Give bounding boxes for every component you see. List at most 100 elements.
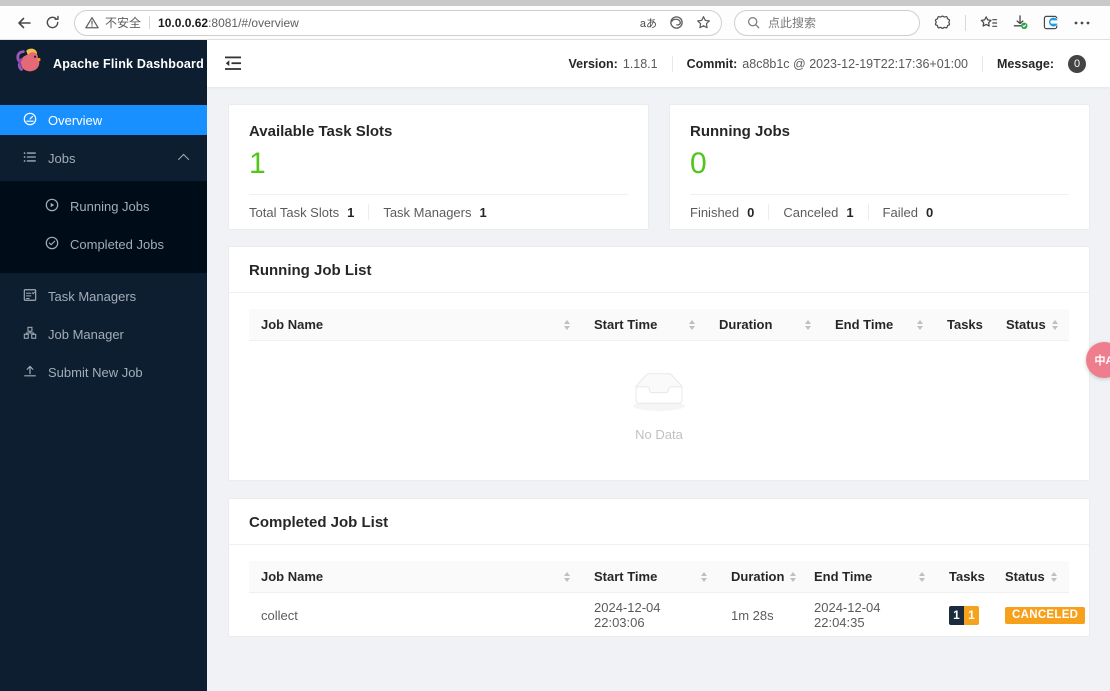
sidebar-item-completed-jobs[interactable]: Completed Jobs bbox=[0, 229, 207, 259]
refresh-button[interactable] bbox=[38, 9, 66, 37]
downloads-icon[interactable] bbox=[1012, 14, 1029, 31]
play-circle-icon bbox=[45, 198, 59, 215]
sort-caret-icon[interactable] bbox=[558, 571, 570, 582]
sort-caret-icon[interactable] bbox=[784, 571, 797, 582]
refresh-icon bbox=[45, 15, 60, 30]
footer-value: 1 bbox=[479, 204, 487, 220]
col-header-tasks: Tasks bbox=[937, 561, 993, 593]
security-warning-icon[interactable] bbox=[85, 16, 99, 29]
sidebar-item-submit-new-job[interactable]: Submit New Job bbox=[0, 357, 207, 387]
sort-caret-icon[interactable] bbox=[1045, 571, 1057, 582]
running-job-table: Job Name Start Time Duration End Time Ta… bbox=[249, 309, 1069, 341]
available-slots-value: 1 bbox=[249, 147, 266, 180]
security-warning-label[interactable]: 不安全 bbox=[105, 14, 141, 31]
footer-label: Failed bbox=[882, 204, 918, 220]
translate-float-icon: 中A bbox=[1094, 355, 1110, 367]
empty-state: No Data bbox=[249, 341, 1069, 473]
favorite-star-icon[interactable] bbox=[696, 15, 711, 30]
col-header-duration[interactable]: Duration bbox=[719, 561, 802, 593]
sort-caret-icon[interactable] bbox=[911, 319, 923, 330]
sort-caret-icon[interactable] bbox=[1046, 319, 1058, 330]
footer-label: Task Managers bbox=[383, 204, 472, 220]
sort-caret-icon[interactable] bbox=[558, 319, 570, 330]
message-label: Message: bbox=[997, 56, 1054, 71]
search-placeholder: 点此搜索 bbox=[768, 16, 817, 30]
nav-menu: Overview Jobs Running Jobs Completed Job… bbox=[0, 87, 207, 395]
edge-swirl-icon[interactable] bbox=[669, 15, 684, 30]
search-icon bbox=[747, 16, 760, 29]
duration-cell: 1m 28s bbox=[719, 592, 802, 636]
main-area: Version: 1.18.1 Commit: a8c8b1c @ 2023-1… bbox=[207, 40, 1110, 691]
message-count-badge[interactable]: 0 bbox=[1068, 54, 1086, 73]
sort-caret-icon[interactable] bbox=[799, 319, 811, 330]
footer-value: 1 bbox=[846, 204, 854, 220]
col-header-status[interactable]: Status bbox=[994, 309, 1069, 341]
card-title: Running Jobs bbox=[690, 123, 790, 140]
sidebar-item-task-managers[interactable]: Task Managers bbox=[0, 281, 207, 311]
sidebar-item-label: Running Jobs bbox=[70, 198, 150, 214]
flink-dashboard-app: Apache Flink Dashboard Overview Jobs Run… bbox=[0, 40, 1110, 691]
url-path: :8081/#/overview bbox=[208, 15, 299, 30]
app-header: Version: 1.18.1 Commit: a8c8b1c @ 2023-1… bbox=[207, 40, 1110, 87]
cluster-icon bbox=[23, 326, 37, 343]
browser-window: 不安全 10.0.0.62 :8081/#/overview aあ 点此搜索 A… bbox=[0, 0, 1110, 691]
sidebar-item-label: Task Managers bbox=[48, 288, 137, 304]
more-menu-icon[interactable] bbox=[1074, 21, 1090, 25]
back-button[interactable] bbox=[10, 9, 38, 37]
col-header-job-name[interactable]: Job Name bbox=[249, 561, 582, 593]
start-time-cell: 2024-12-04 22:03:06 bbox=[582, 592, 719, 636]
status-cell: CANCELED bbox=[993, 592, 1086, 636]
sort-caret-icon[interactable] bbox=[683, 319, 695, 330]
upload-icon bbox=[23, 364, 37, 381]
end-time-cell: 2024-12-04 22:04:35 bbox=[802, 592, 937, 636]
list-icon bbox=[23, 150, 37, 167]
col-header-end-time[interactable]: End Time bbox=[823, 309, 935, 341]
col-header-tasks: Tasks bbox=[935, 309, 994, 341]
col-header-start-time[interactable]: Start Time bbox=[582, 309, 707, 341]
card-title: Available Task Slots bbox=[249, 123, 393, 140]
empty-box-icon bbox=[627, 372, 691, 419]
sidebar-item-running-jobs[interactable]: Running Jobs bbox=[0, 191, 207, 221]
col-header-status[interactable]: Status bbox=[993, 561, 1069, 593]
overview-content: Available Task Slots 1 Total Task Slots 1… bbox=[207, 87, 1110, 691]
jobs-submenu: Running Jobs Completed Jobs bbox=[0, 181, 207, 273]
sort-caret-icon[interactable] bbox=[913, 571, 925, 582]
favorites-bar-icon[interactable] bbox=[980, 15, 998, 31]
running-job-list-title: Running Job List bbox=[229, 247, 1089, 293]
commit-value: a8c8b1c @ 2023-12-19T22:17:36+01:00 bbox=[742, 56, 969, 71]
running-jobs-card: Running Jobs 0 Finished 0 Canceled 1 Faile… bbox=[669, 104, 1090, 230]
address-divider bbox=[149, 16, 151, 29]
completed-job-list-card: Completed Job List Job Name Start Time D… bbox=[228, 498, 1090, 637]
address-bar[interactable]: 不安全 10.0.0.62 :8081/#/overview aあ bbox=[74, 9, 722, 36]
search-box[interactable]: 点此搜索 bbox=[734, 9, 920, 36]
col-header-job-name[interactable]: Job Name bbox=[249, 309, 582, 341]
translate-icon[interactable]: aあ bbox=[640, 15, 657, 31]
menu-fold-button[interactable] bbox=[225, 56, 242, 71]
version-label: Version: bbox=[568, 56, 618, 71]
check-circle-icon bbox=[45, 236, 59, 253]
commit-label: Commit: bbox=[686, 56, 738, 71]
sidebar-item-overview[interactable]: Overview bbox=[0, 105, 207, 135]
toolbar-divider bbox=[965, 14, 966, 31]
url-host: 10.0.0.62 bbox=[158, 15, 209, 30]
toolbar-right-icons bbox=[934, 14, 1090, 31]
sidebar-item-jobs[interactable]: Jobs bbox=[0, 143, 207, 173]
table-row: collect 2024-12-04 22:03:06 1m 28s 2024-… bbox=[249, 592, 1086, 636]
tasks-total-badge: 1 bbox=[949, 605, 964, 625]
job-name-cell[interactable]: collect bbox=[249, 592, 582, 636]
browser-essentials-icon[interactable] bbox=[934, 14, 951, 31]
sort-caret-icon[interactable] bbox=[695, 571, 707, 582]
sidebar-item-job-manager[interactable]: Job Manager bbox=[0, 319, 207, 349]
sidebar-item-label: Completed Jobs bbox=[70, 236, 164, 252]
col-header-end-time[interactable]: End Time bbox=[802, 561, 937, 593]
sidebar: Apache Flink Dashboard Overview Jobs Run… bbox=[0, 40, 207, 691]
sidebar-item-label: Job Manager bbox=[48, 326, 124, 342]
col-header-start-time[interactable]: Start Time bbox=[582, 561, 719, 593]
footer-value: 0 bbox=[925, 204, 934, 220]
sidebar-item-label: Jobs bbox=[48, 150, 76, 166]
back-arrow-icon bbox=[16, 15, 32, 31]
col-header-duration[interactable]: Duration bbox=[707, 309, 823, 341]
ie-mode-icon[interactable] bbox=[1043, 14, 1060, 31]
version-value: 1.18.1 bbox=[622, 56, 658, 71]
logo[interactable]: Apache Flink Dashboard bbox=[0, 40, 207, 87]
